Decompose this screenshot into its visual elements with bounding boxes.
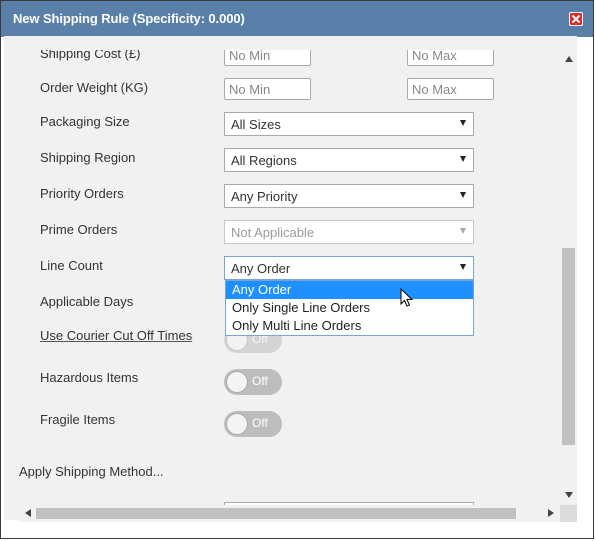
hazardous-items-state: Off: [252, 374, 268, 388]
shipping-region-select[interactable]: All Regions: [224, 148, 474, 172]
applicable-days-label: Applicable Days: [40, 294, 134, 309]
prime-orders-select: Not Applicable: [224, 220, 474, 244]
priority-orders-value: Any Priority: [231, 189, 298, 204]
prime-orders-value: Not Applicable: [231, 225, 315, 240]
toggle-knob: [226, 413, 248, 435]
scroll-up-icon[interactable]: [565, 56, 573, 62]
dialog-title: New Shipping Rule (Specificity: 0.000): [13, 11, 245, 26]
close-icon[interactable]: [569, 12, 583, 26]
dropdown-arrow-icon: [460, 228, 466, 234]
packaging-size-label: Packaging Size: [40, 114, 130, 129]
fragile-items-label: Fragile Items: [40, 412, 116, 427]
line-count-option-any-order[interactable]: Any Order: [226, 281, 473, 299]
scroll-left-icon[interactable]: [25, 509, 31, 517]
shipping-cost-max-input[interactable]: No Max: [407, 50, 494, 66]
fragile-items-toggle[interactable]: Off: [224, 411, 282, 437]
dropdown-arrow-icon: [460, 156, 466, 162]
scroll-down-icon[interactable]: [565, 492, 573, 498]
line-count-value: Any Order: [231, 261, 291, 276]
line-count-option-single-line[interactable]: Only Single Line Orders: [226, 299, 473, 317]
order-weight-label: Order Weight (KG): [40, 80, 149, 95]
mouse-pointer-icon: [400, 288, 414, 307]
order-weight-min-input[interactable]: No Min: [224, 78, 311, 100]
order-weight-max-input[interactable]: No Max: [407, 78, 494, 100]
shipping-cost-label: Shipping Cost (£): [40, 50, 141, 61]
dropdown-arrow-icon: [460, 192, 466, 198]
prime-orders-label: Prime Orders: [40, 222, 118, 237]
apply-shipping-method-heading: Apply Shipping Method...: [19, 464, 164, 479]
line-count-label: Line Count: [40, 258, 103, 273]
toggle-knob: [226, 371, 248, 393]
dropdown-arrow-icon: [460, 120, 466, 126]
packaging-size-value: All Sizes: [231, 117, 281, 132]
fragile-items-state: Off: [252, 416, 268, 430]
packaging-size-select[interactable]: All Sizes: [224, 112, 474, 136]
dialog-titlebar: New Shipping Rule (Specificity: 0.000): [1, 1, 593, 37]
horizontal-scrollbar[interactable]: [19, 505, 560, 522]
vertical-scrollbar[interactable]: [560, 50, 577, 505]
line-count-select[interactable]: Any Order: [224, 256, 474, 280]
priority-orders-select[interactable]: Any Priority: [224, 184, 474, 208]
horizontal-scroll-thumb[interactable]: [36, 508, 516, 519]
line-count-option-multi-line[interactable]: Only Multi Line Orders: [226, 317, 473, 335]
form-scroll-area: Shipping Cost (£) No Min No Max Order We…: [19, 50, 560, 505]
line-count-options: Any Order Only Single Line Orders Only M…: [225, 280, 474, 336]
scrollbar-corner: [560, 505, 577, 522]
vertical-scroll-thumb[interactable]: [562, 248, 575, 445]
shipping-cost-min-input[interactable]: No Min: [224, 50, 311, 66]
courier-cut-off-label[interactable]: Use Courier Cut Off Times: [40, 328, 192, 343]
priority-orders-label: Priority Orders: [40, 186, 124, 201]
hazardous-items-toggle[interactable]: Off: [224, 369, 282, 395]
shipping-region-label: Shipping Region: [40, 150, 136, 165]
shipping-region-value: All Regions: [231, 153, 297, 168]
hazardous-items-label: Hazardous Items: [40, 370, 139, 385]
dropdown-arrow-icon: [460, 264, 466, 270]
scroll-right-icon[interactable]: [548, 509, 554, 517]
